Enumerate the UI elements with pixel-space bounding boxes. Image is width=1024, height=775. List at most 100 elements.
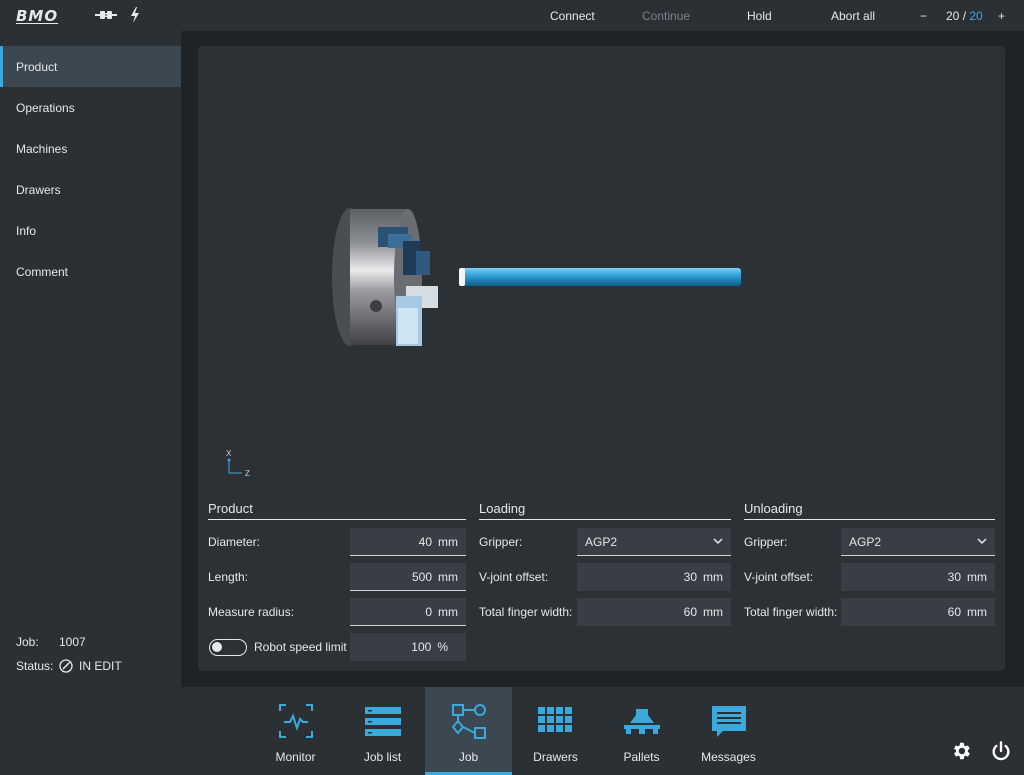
bottom-nav-monitor-label: Monitor: [275, 750, 316, 764]
bottom-nav-pallets-label: Pallets: [623, 750, 660, 764]
loading-vjoint-value: 30: [683, 570, 697, 584]
job-info: Job: 1007 Status: IN EDIT: [16, 632, 122, 680]
hold-button[interactable]: Hold: [747, 9, 772, 23]
messages-icon: [712, 706, 746, 737]
length-label: Length:: [208, 570, 249, 584]
bmo-logo: BMO: [16, 7, 59, 25]
bottom-nav-messages[interactable]: Messages: [685, 687, 772, 775]
unloading-section-title: Unloading: [744, 501, 995, 520]
top-bar: BMO Connect Continue Hold Abort all − 20…: [0, 0, 1024, 31]
sidebar-item-comment[interactable]: Comment: [0, 251, 181, 292]
speed-counter: − 20 / 20 +: [920, 7, 1010, 25]
loading-finger-value: 60: [683, 605, 697, 619]
counter-value: 20 / 20: [946, 9, 983, 23]
loading-vjoint-field[interactable]: 30 mm: [577, 563, 731, 591]
job-icon: [451, 704, 486, 739]
sidebar-item-operations[interactable]: Operations: [0, 87, 181, 128]
axis-x-label: X: [226, 449, 232, 458]
length-field[interactable]: 500 mm: [350, 563, 466, 591]
rod-workpiece: [459, 268, 741, 286]
drawers-icon: [538, 707, 572, 732]
job-list-icon: [365, 707, 401, 736]
power-bolt-icon: [131, 7, 139, 23]
pallets-icon: [624, 709, 660, 734]
bottom-nav-pallets[interactable]: Pallets: [598, 687, 685, 775]
toggle-knob: [212, 642, 222, 652]
loading-section-title: Loading: [479, 501, 731, 520]
unloading-gripper-row: Gripper: AGP2: [744, 528, 995, 556]
loading-section: Loading: [479, 501, 731, 520]
diameter-row: Diameter: 40 mm: [208, 528, 466, 556]
loading-gripper-value: AGP2: [585, 534, 618, 549]
sidebar: Product Operations Machines Drawers Info…: [0, 31, 181, 687]
speed-limit-unit: %: [437, 640, 448, 654]
bottom-nav-job-list[interactable]: Job list: [339, 687, 426, 775]
robot-speed-limit-label: Robot speed limit: [254, 640, 347, 654]
bottom-nav-job[interactable]: Job: [425, 687, 512, 775]
connect-button[interactable]: Connect: [550, 9, 595, 23]
job-label: Job:: [16, 635, 39, 649]
loading-finger-unit: mm: [703, 605, 723, 619]
diameter-value: 40: [418, 534, 432, 549]
loading-gripper-row: Gripper: AGP2: [479, 528, 731, 556]
counter-increment-button[interactable]: +: [998, 9, 1005, 23]
product-section-title: Product: [208, 501, 466, 520]
axis-indicator-icon: X Z: [226, 449, 250, 477]
robot-speed-limit-field[interactable]: 100 %: [350, 633, 466, 661]
edit-status-icon: [59, 659, 73, 673]
sidebar-item-product[interactable]: Product: [0, 46, 181, 87]
measure-radius-row: Measure radius: 0 mm: [208, 598, 466, 626]
unloading-gripper-select[interactable]: AGP2: [841, 528, 995, 556]
axis-z-label: Z: [245, 469, 250, 477]
unloading-finger-field[interactable]: 60 mm: [841, 598, 995, 626]
length-value: 500: [411, 569, 432, 584]
bottom-nav-drawers[interactable]: Drawers: [512, 687, 599, 775]
length-unit: mm: [438, 569, 458, 584]
chevron-down-icon: [713, 538, 723, 545]
job-number: 1007: [59, 635, 86, 649]
sidebar-item-info[interactable]: Info: [0, 210, 181, 251]
unloading-vjoint-unit: mm: [967, 570, 987, 584]
diameter-label: Diameter:: [208, 535, 261, 549]
bottom-nav-job-list-label: Job list: [363, 750, 402, 764]
diameter-field[interactable]: 40 mm: [350, 528, 466, 556]
counter-decrement-button[interactable]: −: [920, 9, 927, 23]
speed-limit-value: 100: [411, 640, 432, 654]
bottom-nav-monitor[interactable]: Monitor: [252, 687, 339, 775]
unloading-vjoint-row: V-joint offset: 30 mm: [744, 563, 995, 591]
bottom-nav-job-label: Job: [458, 750, 479, 764]
continue-button[interactable]: Continue: [642, 9, 690, 23]
unloading-gripper-value: AGP2: [849, 534, 882, 549]
sidebar-item-drawers[interactable]: Drawers: [0, 169, 181, 210]
measure-radius-value: 0: [425, 604, 432, 619]
power-icon[interactable]: [990, 740, 1012, 762]
unloading-vjoint-field[interactable]: 30 mm: [841, 563, 995, 591]
loading-vjoint-unit: mm: [703, 570, 723, 584]
counter-current: 20: [946, 9, 960, 23]
unloading-finger-label: Total finger width:: [744, 605, 838, 619]
product-section: Product: [208, 501, 466, 520]
loading-finger-field[interactable]: 60 mm: [577, 598, 731, 626]
connection-plug-icon: [95, 11, 117, 19]
counter-max: 20: [969, 9, 983, 23]
loading-finger-row: Total finger width: 60 mm: [479, 598, 731, 626]
settings-gear-icon[interactable]: [950, 740, 972, 762]
chuck-model: [332, 208, 438, 346]
abort-all-button[interactable]: Abort all: [831, 9, 875, 23]
measure-radius-field[interactable]: 0 mm: [350, 598, 466, 626]
measure-radius-unit: mm: [438, 604, 458, 619]
unloading-vjoint-label: V-joint offset:: [744, 570, 814, 584]
sidebar-item-machines[interactable]: Machines: [0, 128, 181, 169]
unloading-gripper-label: Gripper:: [744, 535, 788, 549]
loading-vjoint-label: V-joint offset:: [479, 570, 549, 584]
bottom-nav-messages-label: Messages: [701, 750, 756, 764]
3d-viewport[interactable]: [198, 46, 1005, 491]
loading-vjoint-row: V-joint offset: 30 mm: [479, 563, 731, 591]
unloading-vjoint-value: 30: [947, 570, 961, 584]
robot-speed-limit-toggle[interactable]: [209, 639, 247, 656]
loading-gripper-label: Gripper:: [479, 535, 523, 549]
diameter-unit: mm: [438, 534, 458, 549]
unloading-finger-value: 60: [947, 605, 961, 619]
product-panel: X Z Product Diameter: 40 mm Length: 500 …: [198, 46, 1005, 671]
loading-gripper-select[interactable]: AGP2: [577, 528, 731, 556]
